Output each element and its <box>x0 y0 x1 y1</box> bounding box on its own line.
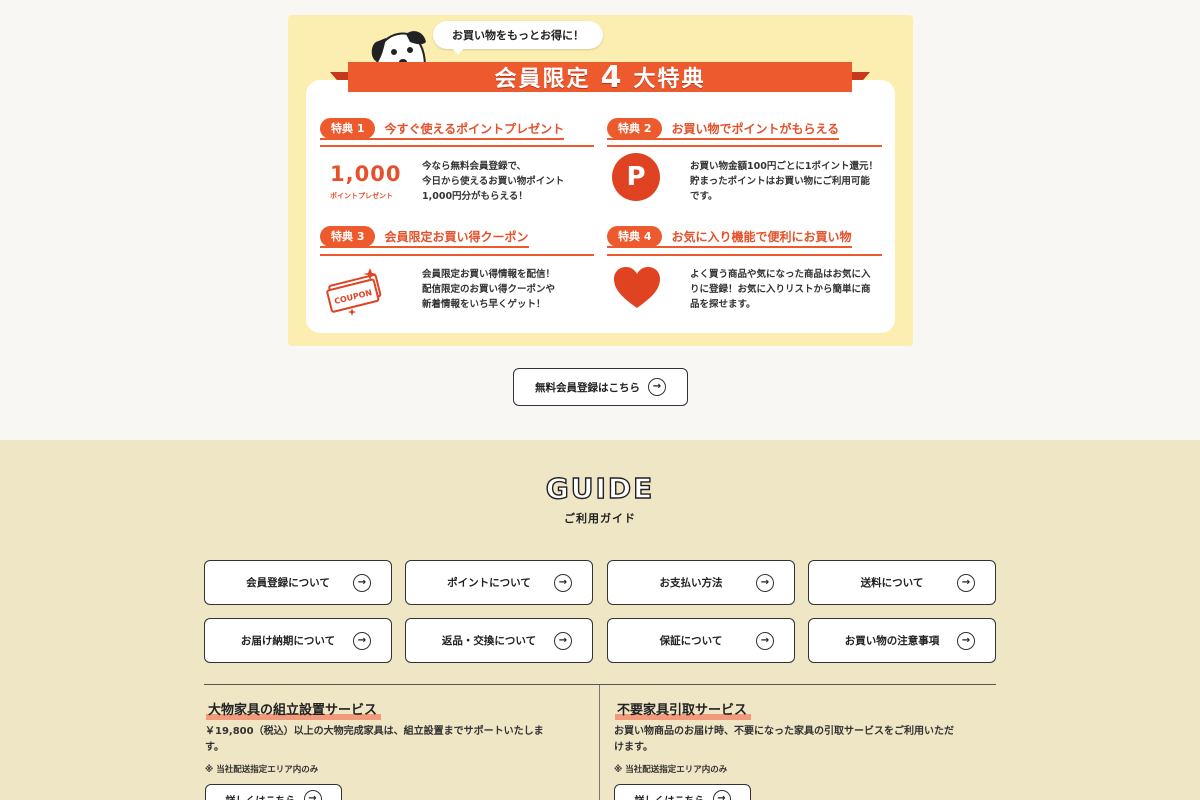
guide-button-label: お買い物の注意事項 <box>844 635 940 647</box>
guide-button-label: お届け納期について <box>240 635 336 647</box>
guide-button-label: お支払い方法 <box>659 577 723 589</box>
perk-1-header: 特典 1 今すぐ使えるポイントプレゼント <box>320 117 565 140</box>
heart-icon <box>614 267 660 308</box>
guide-button-label: 返品・交換について <box>441 635 537 647</box>
register-button-label: 無料会員登録はこちら <box>535 381 640 394</box>
banner-text-pre: 会員限定 <box>494 67 591 92</box>
service-assembly-title: 大物家具の組立設置サービス <box>205 699 382 720</box>
perk-3-text-line: 新着情報をいち早くゲット！ <box>422 299 546 310</box>
arrow-right-icon: → <box>712 790 731 800</box>
perk-1-text: 今なら無料会員登録で、 今日から使えるお買い物ポイント 1,000円分がもらえる… <box>422 159 564 204</box>
arrow-right-icon: → <box>554 573 572 592</box>
guide-button-label: ポイントについて <box>447 577 531 589</box>
perk-2-text-line: お買い物金額100円ごとに1ポイント還元！ <box>690 161 878 172</box>
arrow-right-icon: → <box>648 378 666 396</box>
guide-button-membership[interactable]: 会員登録について → <box>204 560 392 605</box>
perk-3-text: 会員限定お買い得情報を配信！ 配信限定のお買い得クーポンや 新着情報をいち早くゲ… <box>422 267 555 312</box>
perk-2-text-line: です。 <box>690 191 718 202</box>
perk-2-text: お買い物金額100円ごとに1ポイント還元！ 貯まったポイントはお買い物にご利用可… <box>690 159 878 204</box>
perk-3-badge: 特典 3 <box>320 225 376 247</box>
perk-2-badge: 特典 2 <box>607 117 663 139</box>
arrow-right-icon: → <box>957 573 975 592</box>
coupon-icon: COUPON <box>326 268 382 316</box>
service-pickup-note: ※ 当社配送指定エリア内のみ <box>614 765 728 775</box>
perk-3-title: 会員限定お買い得クーポン <box>384 229 529 244</box>
perk-2-text-line: 貯まったポイントはお買い物にご利用可能 <box>690 176 870 187</box>
service-pickup-desc: お買い物商品のお届け時、不要になった家具の引取サービスをご利用いただ けます。 <box>614 724 999 756</box>
arrow-right-icon: → <box>756 573 774 592</box>
point-icon: P <box>612 153 660 201</box>
perk-3-underline <box>320 254 594 256</box>
arrow-right-icon: → <box>353 573 371 592</box>
service-assembly-title-text: 大物家具の組立設置サービス <box>208 703 378 718</box>
guide-button-label: 会員登録について <box>246 577 330 589</box>
arrow-right-icon: → <box>554 631 572 650</box>
perk-1-text-line: 1,000円分がもらえる！ <box>422 191 528 202</box>
column-divider <box>599 685 600 800</box>
service-desc-line: ￥19,800（税込）以上の大物完成家具は、組立設置までサポートいたしま <box>205 726 544 737</box>
arrow-right-icon: → <box>353 631 371 650</box>
points-value: 1,000 <box>330 162 402 186</box>
perk-3-text-line: 会員限定お買い得情報を配信！ <box>422 269 556 280</box>
perk-2-title: お買い物でポイントがもらえる <box>671 121 840 136</box>
banner-number: 4 <box>600 59 624 95</box>
perk-1-underline <box>320 145 594 147</box>
perk-1-text-line: 今なら無料会員登録で、 <box>422 161 527 172</box>
perk-4-title: お気に入り機能で便利にお買い物 <box>671 229 852 244</box>
arrow-right-icon: → <box>303 790 322 800</box>
speech-bubble-text: お買い物をもっとお得に！ <box>452 29 584 42</box>
service-button-label: 詳しくはこちら <box>226 792 296 800</box>
perk-4-badge: 特典 4 <box>607 225 663 247</box>
guide-button-label: 送料について <box>860 577 924 589</box>
register-button[interactable]: 無料会員登録はこちら → <box>513 368 688 406</box>
service-desc-line: お買い物商品のお届け時、不要になった家具の引取サービスをご利用いただ <box>614 726 954 737</box>
guide-button-points[interactable]: ポイントについて → <box>405 560 593 605</box>
perk-2-header: 特典 2 お買い物でポイントがもらえる <box>607 117 840 140</box>
guide-title-en: GUIDE <box>542 471 657 506</box>
points-caption: ポイントプレゼント <box>330 192 393 200</box>
perk-4-text-line: りに登録！お気に入りリストから簡単に商 <box>690 284 871 295</box>
guide-button-shipping[interactable]: 送料について → <box>808 560 996 605</box>
service-pickup-button[interactable]: 詳しくはこちら → <box>614 784 751 800</box>
benefit-banner: 会員限定 4 大特典 <box>348 59 852 95</box>
speech-bubble: お買い物をもっとお得に！ <box>433 21 603 55</box>
guide-button-payment[interactable]: お支払い方法 → <box>607 560 795 605</box>
service-desc-line: す。 <box>205 742 224 753</box>
perk-3-header: 特典 3 会員限定お買い得クーポン <box>320 225 529 248</box>
service-assembly-button[interactable]: 詳しくはこちら → <box>205 784 342 800</box>
perk-4-text: よく買う商品や気になった商品はお気に入 りに登録！お気に入りリストから簡単に商 … <box>690 267 871 312</box>
guide-button-warranty[interactable]: 保証について → <box>607 618 795 663</box>
service-desc-line: けます。 <box>614 742 653 753</box>
banner-text-post: 大特典 <box>633 67 706 92</box>
guide-button-notes[interactable]: お買い物の注意事項 → <box>808 618 996 663</box>
service-button-label: 詳しくはこちら <box>635 792 705 800</box>
perk-3-text-line: 配信限定のお買い得クーポンや <box>422 284 556 295</box>
perk-4-text-line: 品を探せます。 <box>690 299 756 310</box>
arrow-right-icon: → <box>957 631 975 650</box>
perk-1-badge: 特典 1 <box>320 117 376 139</box>
arrow-right-icon: → <box>756 631 774 650</box>
guide-button-delivery[interactable]: お届け納期について → <box>204 618 392 663</box>
service-pickup-title: 不要家具引取サービス <box>614 699 752 720</box>
perk-1-text-line: 今日から使えるお買い物ポイント <box>422 176 565 187</box>
perk-4-text-line: よく買う商品や気になった商品はお気に入 <box>690 269 871 280</box>
perk-1-title: 今すぐ使えるポイントプレゼント <box>384 121 565 136</box>
perk-4-header: 特典 4 お気に入り機能で便利にお買い物 <box>607 225 852 248</box>
service-assembly-note: ※ 当社配送指定エリア内のみ <box>205 765 319 775</box>
perk-2-underline <box>607 145 882 147</box>
guide-heading: GUIDE <box>0 471 1200 506</box>
guide-button-label: 保証について <box>659 635 723 647</box>
section-divider <box>204 684 996 685</box>
perk-4-underline <box>607 254 882 256</box>
guide-button-returns[interactable]: 返品・交換について → <box>405 618 593 663</box>
guide-title-ja: ご利用ガイド <box>564 512 636 525</box>
service-assembly-desc: ￥19,800（税込）以上の大物完成家具は、組立設置までサポートいたしま す。 <box>205 724 590 756</box>
service-pickup-title-text: 不要家具引取サービス <box>617 703 748 718</box>
